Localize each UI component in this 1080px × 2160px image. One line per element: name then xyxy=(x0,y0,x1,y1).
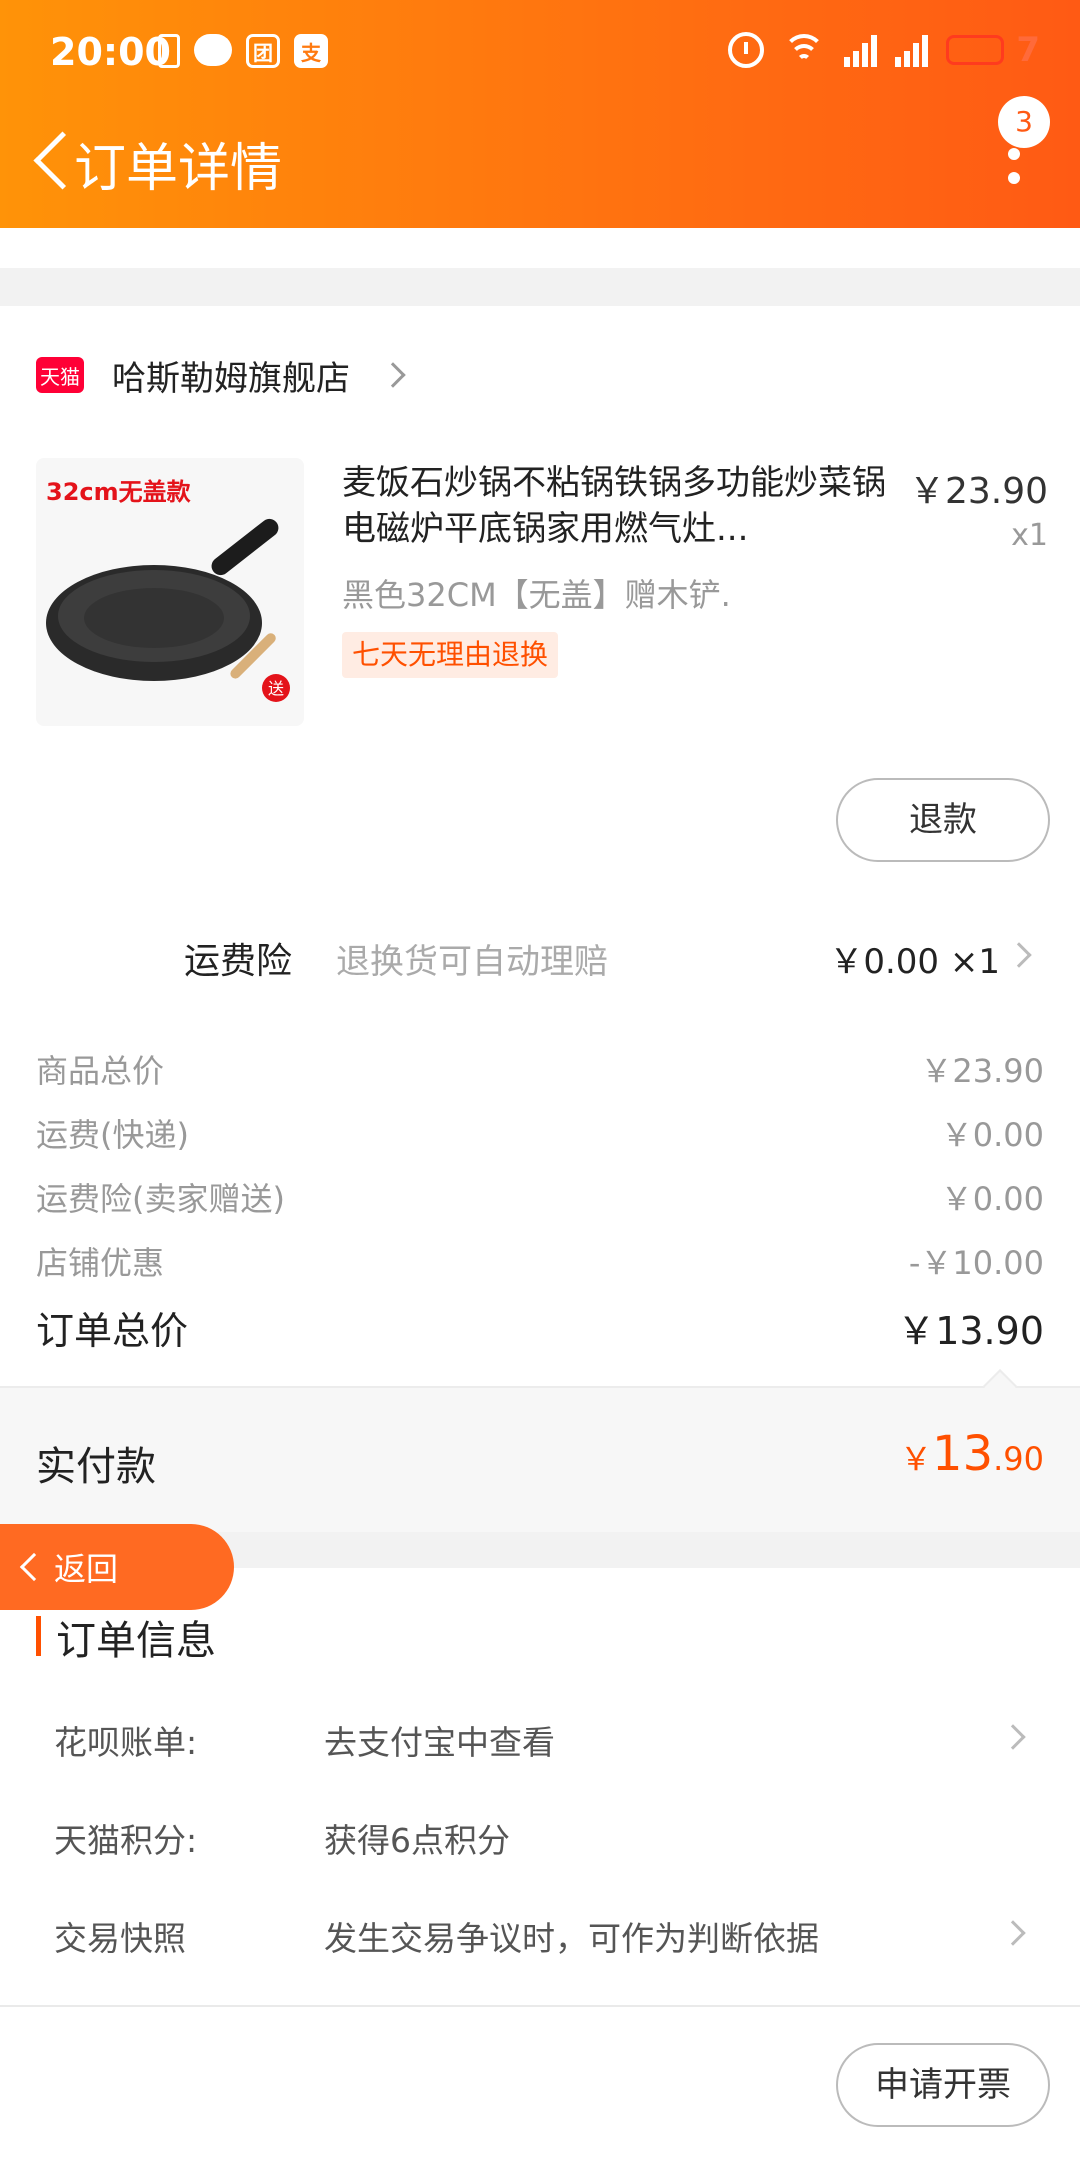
order-detail-screen: 20:00 团 支 7 订单详情 3 天猫 哈斯勒姆旗舰店 32cm无盖款 送 … xyxy=(0,0,1080,2160)
summary-value: ￥23.90 xyxy=(920,1052,1044,1090)
summary-label: 商品总价 xyxy=(36,1052,165,1090)
shipping-insurance-price[interactable]: ￥0.00 ×1 xyxy=(829,934,1000,983)
product-image[interactable]: 32cm无盖款 送 xyxy=(36,458,304,726)
sim-icon xyxy=(158,34,180,68)
notification-icons: 团 支 xyxy=(158,34,328,68)
info-value: 去支付宝中查看 xyxy=(324,1723,555,1762)
shipping-insurance-desc: 退换货可自动理赔 xyxy=(336,942,608,982)
chevron-right-icon xyxy=(1000,1920,1026,1946)
battery-level: 7 xyxy=(1016,30,1040,70)
chevron-left-icon xyxy=(19,1552,49,1582)
summary-value: ￥0.00 xyxy=(940,1116,1044,1154)
header: 20:00 团 支 7 订单详情 3 xyxy=(0,0,1080,228)
chevron-right-icon xyxy=(380,362,406,388)
order-info-title: 订单信息 xyxy=(56,1618,216,1664)
product-price: ￥23.90 xyxy=(908,471,1048,512)
summary-row: 商品总价 ￥23.90 xyxy=(36,1046,1044,1096)
apply-invoice-button[interactable]: 申请开票 xyxy=(836,2043,1050,2127)
more-icon[interactable] xyxy=(1006,148,1022,218)
paid-amount: ￥13.90 xyxy=(900,1426,1044,1482)
wifi-icon xyxy=(782,32,826,68)
signal-4g-plus-icon xyxy=(895,33,929,67)
chevron-right-icon[interactable] xyxy=(1006,942,1032,968)
info-row-huabei[interactable]: 花呗账单: 去支付宝中查看 xyxy=(54,1716,1044,1772)
store-name: 哈斯勒姆旗舰店 xyxy=(112,358,350,399)
status-bar: 20:00 团 支 7 xyxy=(0,0,1080,108)
info-value: 获得6点积分 xyxy=(324,1821,510,1860)
meituan-icon: 团 xyxy=(246,34,280,68)
info-row-points: 天猫积分: 获得6点积分 xyxy=(54,1814,1044,1870)
order-total-label: 订单总价 xyxy=(36,1309,189,1353)
order-total-value: ￥13.90 xyxy=(897,1309,1044,1353)
bottom-action-bar: 申请开票 xyxy=(0,2005,1080,2160)
signal-4g-icon xyxy=(844,33,878,67)
summary-row: 运费(快递) ￥0.00 xyxy=(36,1110,1044,1160)
chat-icon xyxy=(194,34,232,66)
info-key: 交易快照 xyxy=(54,1919,186,1958)
summary-value: -￥10.00 xyxy=(908,1244,1044,1282)
product-quantity: x1 xyxy=(1011,518,1048,553)
chevron-right-icon xyxy=(1000,1724,1026,1750)
summary-label: 店铺优惠 xyxy=(36,1244,165,1282)
return-policy-badge: 七天无理由退换 xyxy=(342,632,559,678)
back-label: 返回 xyxy=(54,1550,119,1588)
back-icon[interactable] xyxy=(28,128,72,188)
order-total-row: 订单总价 ￥13.90 xyxy=(36,1300,1044,1356)
section-accent xyxy=(36,1616,41,1656)
message-count-badge: 3 xyxy=(998,96,1050,148)
alarm-icon xyxy=(728,32,765,68)
paid-label: 实付款 xyxy=(36,1444,156,1490)
battery-icon xyxy=(946,35,1005,65)
tmall-logo: 天猫 xyxy=(36,357,84,393)
divider xyxy=(0,268,1080,306)
info-value: 发生交易争议时，可作为判断依据 xyxy=(324,1919,819,1958)
status-icons: 7 xyxy=(728,30,1040,70)
summary-row: 店铺优惠 -￥10.00 xyxy=(36,1238,1044,1288)
gift-tag: 送 xyxy=(268,679,284,698)
product-title[interactable]: 麦饭石炒锅不粘锅铁锅多功能炒菜锅电磁炉平底锅家用燃气灶... xyxy=(342,460,902,552)
summary-value: ￥0.00 xyxy=(940,1180,1044,1218)
summary-label: 运费险(卖家赠送) xyxy=(36,1180,285,1218)
alipay-icon: 支 xyxy=(294,34,328,68)
status-time: 20:00 xyxy=(50,30,171,74)
product-image-label: 32cm无盖款 xyxy=(46,478,191,506)
page-title: 订单详情 xyxy=(74,139,283,199)
paid-amount-section: 实付款 ￥13.90 xyxy=(0,1369,1080,1532)
info-key: 天猫积分: xyxy=(54,1821,198,1860)
floating-back-button[interactable]: 返回 xyxy=(0,1524,234,1610)
shipping-insurance-label: 运费险 xyxy=(184,941,293,982)
summary-row: 运费险(卖家赠送) ￥0.00 xyxy=(36,1174,1044,1224)
nav-bar: 订单详情 xyxy=(0,108,1080,228)
store-row[interactable]: 天猫 哈斯勒姆旗舰店 xyxy=(36,345,406,405)
info-key: 花呗账单: xyxy=(54,1723,198,1762)
summary-label: 运费(快递) xyxy=(36,1116,189,1154)
refund-button[interactable]: 退款 xyxy=(836,778,1050,862)
product-spec: 黑色32CM【无盖】赠木铲. xyxy=(342,576,731,614)
info-row-snapshot[interactable]: 交易快照 发生交易争议时，可作为判断依据 xyxy=(54,1912,1044,1968)
